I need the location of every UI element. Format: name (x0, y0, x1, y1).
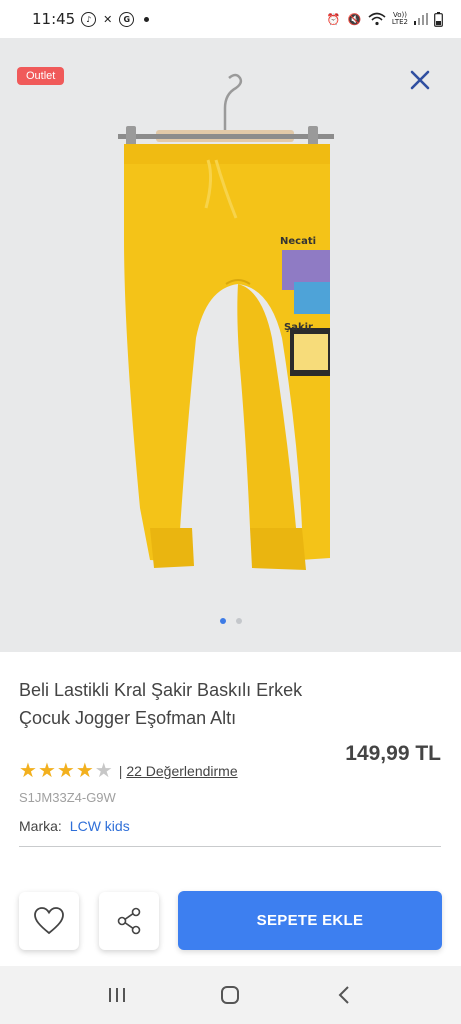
home-icon (221, 986, 240, 1004)
mute-icon: 🔇 (347, 12, 362, 26)
product-price: 149,99 TL (345, 742, 441, 765)
rating-row: ★ ★ ★ ★ ★ | 22 Değerlendirme (19, 760, 238, 782)
reviews-link[interactable]: 22 Değerlendirme (126, 763, 237, 779)
print-text-necati: Necati (280, 236, 316, 247)
home-button[interactable] (210, 975, 250, 1015)
print-text-sakir: Şakir (284, 322, 313, 333)
brand-label: Marka: (19, 818, 62, 834)
more-notifications-icon (144, 16, 150, 22)
reviews-separator: | (118, 763, 123, 779)
alarm-icon: ⏰ (326, 12, 341, 26)
heart-icon (34, 907, 64, 935)
product-photo: Necati Şakir (118, 73, 334, 570)
tiktok-notification-icon: ♪ (81, 11, 97, 27)
star-icon: ★ (56, 760, 75, 782)
star-icon: ★ (75, 760, 94, 782)
share-icon (117, 907, 141, 935)
share-button[interactable] (99, 892, 159, 950)
close-icon (410, 70, 430, 90)
product-sku: S1JM33Z4-G9W (19, 790, 116, 805)
star-rating: ★ ★ ★ ★ ★ (19, 760, 113, 782)
pager-dot-1[interactable] (219, 618, 226, 624)
brand-link[interactable]: LCW kids (70, 818, 130, 834)
outlet-badge: Outlet (17, 67, 65, 85)
add-to-cart-button[interactable]: SEPETE EKLE (178, 891, 442, 950)
network-type: Vo)) LTE2 (391, 11, 408, 26)
status-bar: 11:45 ♪ ✕ G ⏰ 🔇 Vo)) LTE2 (0, 0, 461, 38)
recent-apps-icon (108, 988, 125, 1002)
back-button[interactable] (324, 975, 364, 1015)
wifi-icon (368, 12, 386, 26)
divider (19, 846, 441, 847)
yellow-jogger-pants (124, 144, 330, 570)
app-g-notification-icon: G (119, 11, 135, 27)
status-time: 11:45 (32, 10, 76, 28)
brand-row: Marka: LCW kids (19, 818, 130, 834)
missed-call-icon: ✕ (103, 12, 113, 26)
favorite-button[interactable] (19, 892, 79, 950)
close-button[interactable] (404, 64, 436, 96)
product-title: Beli Lastikli Kral Şakir Baskılı Erkek Ç… (19, 680, 303, 728)
system-nav-bar (0, 966, 461, 1024)
image-pager (0, 618, 461, 624)
recent-apps-button[interactable] (97, 975, 137, 1015)
pager-dot-2[interactable] (235, 618, 242, 624)
star-empty-icon: ★ (94, 760, 113, 782)
battery-icon (434, 11, 443, 27)
star-icon: ★ (19, 760, 37, 782)
back-icon (338, 986, 349, 1004)
product-image-carousel[interactable]: Necati Şakir Outlet (0, 38, 461, 652)
signal-icon (414, 13, 428, 25)
star-icon: ★ (37, 760, 56, 782)
